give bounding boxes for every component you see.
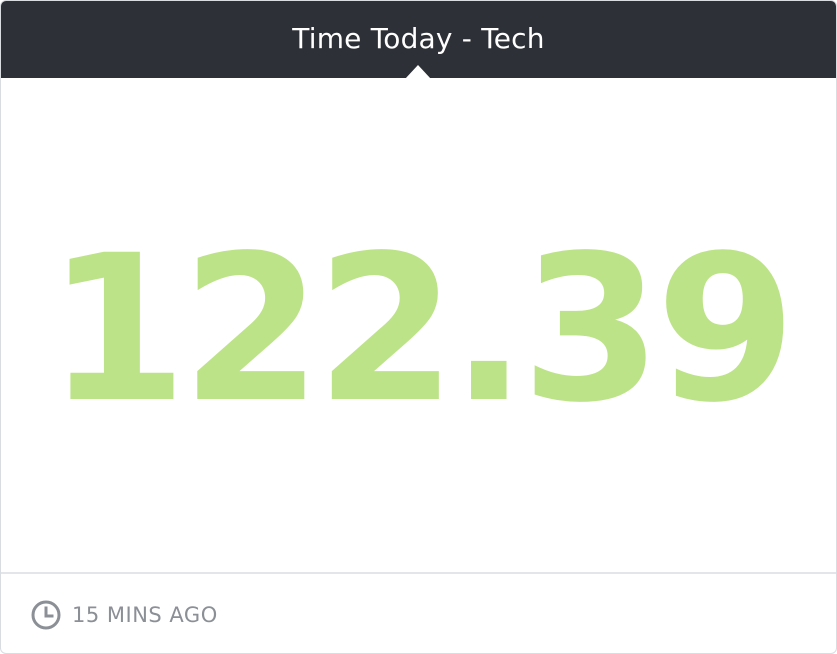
widget-footer: 15 MINS AGO xyxy=(1,572,836,653)
widget-header: Time Today - Tech xyxy=(1,1,836,79)
widget-title: Time Today - Tech xyxy=(292,22,545,55)
header-pointer xyxy=(405,65,431,79)
last-updated-text: 15 MINS AGO xyxy=(72,602,218,627)
number-widget: Time Today - Tech 122.39 15 MINS AGO xyxy=(0,0,837,654)
metric-value: 122.39 xyxy=(46,211,796,447)
clock-icon xyxy=(30,599,62,631)
widget-body: 122.39 xyxy=(1,78,836,572)
